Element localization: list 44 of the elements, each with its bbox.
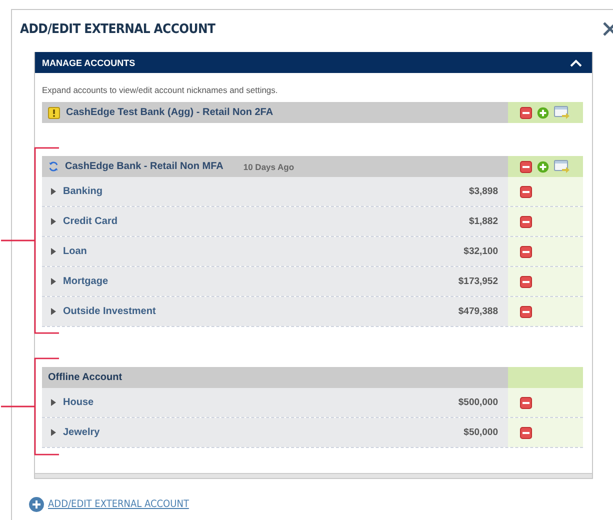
updated-text: 10 Days Ago	[243, 162, 294, 172]
remove-icon[interactable]	[520, 246, 532, 258]
account-group-header[interactable]: CashEdge Test Bank (Agg) - Retail Non 2FA	[42, 102, 508, 123]
add-edit-account-link[interactable]: ADD/EDIT EXTERNAL ACCOUNT	[48, 499, 189, 510]
account-name[interactable]: Credit Card	[63, 216, 118, 227]
account-balance: $500,000	[458, 397, 498, 408]
account-balance: $32,100	[464, 246, 498, 257]
account-balance: $479,388	[458, 306, 498, 317]
remove-icon[interactable]	[520, 106, 532, 118]
panel-header[interactable]: MANAGE ACCOUNTS	[35, 52, 592, 73]
expand-arrow-icon[interactable]	[51, 399, 56, 406]
close-icon[interactable]	[603, 22, 613, 36]
account-name[interactable]: Banking	[63, 186, 102, 197]
remove-icon[interactable]	[520, 276, 532, 288]
expand-arrow-icon[interactable]	[51, 248, 56, 255]
expand-arrow-icon[interactable]	[51, 188, 56, 195]
account-group-header[interactable]: Offline Account	[42, 367, 508, 388]
remove-icon[interactable]	[520, 426, 532, 438]
expand-arrow-icon[interactable]	[51, 218, 56, 225]
account-name[interactable]: House	[63, 397, 94, 408]
account-group-header[interactable]: CashEdge Bank - Retail Non MFA 10 Days Ago	[42, 156, 508, 177]
warning-icon	[48, 106, 60, 118]
remove-icon[interactable]	[520, 216, 532, 228]
add-icon[interactable]	[537, 106, 549, 118]
expand-arrow-icon[interactable]	[51, 429, 56, 436]
remove-icon[interactable]	[520, 160, 532, 172]
account-name[interactable]: Outside Investment	[63, 306, 156, 317]
account-balance: $1,882	[468, 216, 498, 227]
expand-arrow-icon[interactable]	[51, 278, 56, 285]
account-name[interactable]: Mortgage	[63, 276, 108, 287]
expand-arrow-icon[interactable]	[51, 308, 56, 315]
account-name[interactable]: Loan	[63, 246, 87, 257]
add-icon[interactable]	[537, 160, 549, 172]
remove-icon[interactable]	[520, 186, 532, 198]
account-balance: $173,952	[458, 276, 498, 287]
dialog-title: ADD/EDIT EXTERNAL ACCOUNT	[20, 22, 216, 36]
add-icon[interactable]	[29, 497, 44, 512]
description-text: Expand accounts to view/edit account nicknames and settings.	[42, 85, 279, 95]
refresh-icon	[48, 161, 59, 172]
remove-icon[interactable]	[520, 306, 532, 318]
account-balance: $3,898	[468, 186, 498, 197]
remove-icon[interactable]	[520, 396, 532, 408]
account-name[interactable]: Jewelry	[63, 427, 100, 438]
account-balance: $50,000	[464, 427, 498, 438]
